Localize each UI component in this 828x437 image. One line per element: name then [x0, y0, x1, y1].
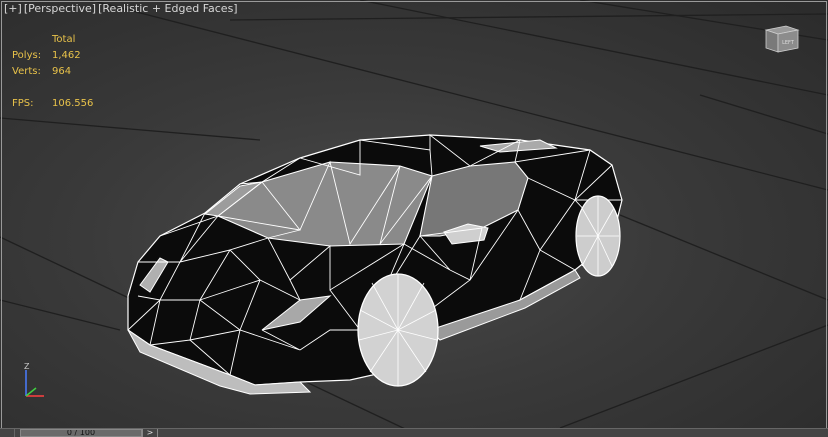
front-wheel — [357, 273, 439, 387]
viewport-general-menu[interactable]: [+] — [4, 2, 22, 15]
stats-verts-value: 964 — [52, 66, 72, 77]
axis-tripod-icon: Z — [18, 360, 52, 404]
axis-z-label: Z — [24, 362, 30, 371]
stats-fps-label: FPS: — [12, 98, 34, 109]
stats-total-header: Total — [52, 34, 76, 45]
stats-polys-value: 1,462 — [52, 50, 81, 61]
viewcube-icon[interactable]: LEFT — [760, 20, 802, 56]
stats-verts-label: Verts: — [12, 66, 41, 77]
viewcube-face-label: LEFT — [782, 40, 795, 46]
viewport-point-of-view-menu[interactable]: [Perspective] — [24, 2, 96, 15]
stats-polys-row: Polys: 1,462 — [12, 48, 93, 64]
stats-verts-row: Verts: 964 — [12, 64, 93, 80]
perspective-viewport[interactable]: [+] [Perspective] [Realistic + Edged Faces… — [0, 0, 828, 436]
viewport-shading-menu[interactable]: [Realistic + Edged Faces] — [98, 2, 237, 15]
car-wireframe-model — [127, 134, 623, 395]
rear-wheel — [575, 195, 621, 277]
statistics-overlay: Total Polys: 1,462 Verts: 964 FPS: 106.5… — [12, 32, 93, 112]
stats-fps-value: 106.556 — [52, 98, 94, 109]
stats-fps-row: FPS: 106.556 — [12, 96, 93, 112]
viewport-label-menu: [+] [Perspective] [Realistic + Edged Faces… — [4, 2, 240, 15]
stats-polys-label: Polys: — [12, 50, 42, 61]
